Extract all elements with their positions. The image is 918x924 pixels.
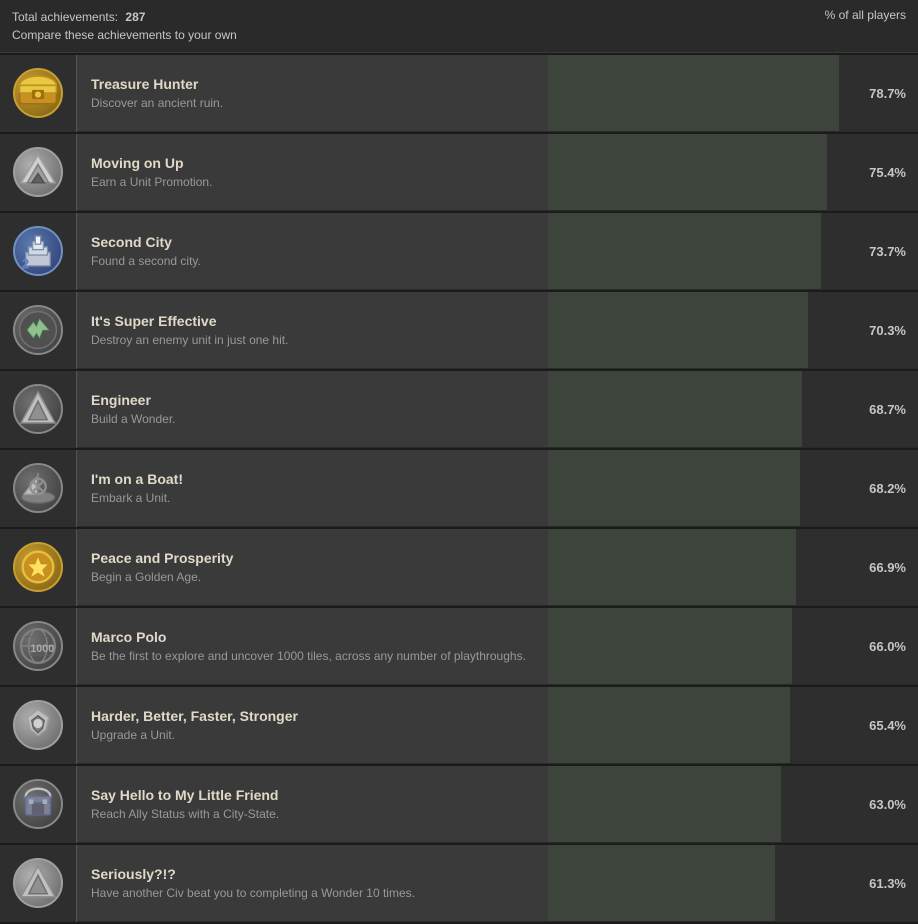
svg-text:2: 2 (22, 257, 30, 272)
achievement-name: Treasure Hunter (91, 76, 534, 92)
achievement-percent: 61.3% (869, 876, 906, 891)
achievement-bar (548, 766, 781, 842)
achievement-bar (548, 529, 796, 605)
achievement-row: Harder, Better, Faster, Stronger Upgrade… (0, 687, 918, 764)
achievement-info: Second City Found a second city. (77, 234, 548, 268)
achievement-row: Treasure Hunter Discover an ancient ruin… (0, 55, 918, 132)
svg-text:1000: 1000 (30, 643, 54, 655)
achievement-name: Harder, Better, Faster, Stronger (91, 708, 534, 724)
achievement-bar-container: 65.4% (548, 687, 918, 763)
compare-label: Compare these achievements to your own (12, 28, 237, 42)
achievement-row: Engineer Build a Wonder. 68.7% (0, 371, 918, 448)
achievement-row: It's Super Effective Destroy an enemy un… (0, 292, 918, 369)
achievement-icon (0, 687, 77, 764)
achievement-bar-container: 63.0% (548, 766, 918, 842)
achievement-percent: 70.3% (869, 323, 906, 338)
achievement-bar-container: 68.7% (548, 371, 918, 447)
total-label: Total achievements: (12, 10, 118, 24)
achievement-desc: Destroy an enemy unit in just one hit. (91, 333, 534, 347)
achievement-icon (0, 371, 77, 448)
achievement-icon: 2 (0, 213, 77, 290)
achievement-bar (548, 55, 839, 131)
achievement-info: Engineer Build a Wonder. (77, 392, 548, 426)
achievement-percent: 68.7% (869, 402, 906, 417)
achievement-row: Say Hello to My Little Friend Reach Ally… (0, 766, 918, 843)
achievement-name: Second City (91, 234, 534, 250)
achievement-info: Marco Polo Be the first to explore and u… (77, 629, 548, 663)
achievement-bar (548, 371, 802, 447)
achievement-icon (0, 766, 77, 843)
achievement-name: Peace and Prosperity (91, 550, 534, 566)
achievement-bar-container: 78.7% (548, 55, 918, 131)
achievement-row: 1000 Marco Polo Be the first to explore … (0, 608, 918, 685)
achievement-bar (548, 608, 792, 684)
achievement-bar (548, 687, 790, 763)
achievement-percent: 65.4% (869, 718, 906, 733)
achievement-bar (548, 134, 827, 210)
achievement-percent: 63.0% (869, 797, 906, 812)
achievement-icon (0, 450, 77, 527)
achievement-bar-container: 61.3% (548, 845, 918, 921)
achievement-icon (0, 529, 77, 606)
achievement-info: Seriously?!? Have another Civ beat you t… (77, 866, 548, 900)
achievement-desc: Reach Ally Status with a City-State. (91, 807, 534, 821)
achievement-name: Moving on Up (91, 155, 534, 171)
achievement-percent: 75.4% (869, 165, 906, 180)
achievement-info: It's Super Effective Destroy an enemy un… (77, 313, 548, 347)
achievement-name: I'm on a Boat! (91, 471, 534, 487)
achievement-icon: 1000 (0, 608, 77, 685)
achievement-name: Marco Polo (91, 629, 534, 645)
header-left: Total achievements: 287 Compare these ac… (12, 8, 237, 44)
achievement-icon (0, 55, 77, 132)
achievement-desc: Earn a Unit Promotion. (91, 175, 534, 189)
achievements-list: Treasure Hunter Discover an ancient ruin… (0, 55, 918, 922)
achievement-bar-container: 66.0% (548, 608, 918, 684)
achievement-percent: 68.2% (869, 481, 906, 496)
achievement-icon (0, 134, 77, 211)
achievement-percent: 66.9% (869, 560, 906, 575)
achievement-name: It's Super Effective (91, 313, 534, 329)
achievement-info: Harder, Better, Faster, Stronger Upgrade… (77, 708, 548, 742)
achievement-desc: Build a Wonder. (91, 412, 534, 426)
achievement-percent: 78.7% (869, 86, 906, 101)
achievement-bar-container: 68.2% (548, 450, 918, 526)
achievement-desc: Begin a Golden Age. (91, 570, 534, 584)
achievement-desc: Embark a Unit. (91, 491, 534, 505)
achievement-info: Moving on Up Earn a Unit Promotion. (77, 155, 548, 189)
achievement-info: Peace and Prosperity Begin a Golden Age. (77, 550, 548, 584)
achievement-desc: Be the first to explore and uncover 1000… (91, 649, 534, 663)
achievement-bar (548, 845, 775, 921)
achievement-info: Treasure Hunter Discover an ancient ruin… (77, 76, 548, 110)
achievement-desc: Upgrade a Unit. (91, 728, 534, 742)
achievement-bar (548, 213, 821, 289)
achievement-row: Peace and Prosperity Begin a Golden Age.… (0, 529, 918, 606)
percent-label: % of all players (825, 8, 906, 22)
total-count: 287 (125, 10, 145, 24)
achievement-desc: Discover an ancient ruin. (91, 96, 534, 110)
achievement-icon (0, 845, 77, 922)
achievement-bar-container: 66.9% (548, 529, 918, 605)
achievement-percent: 73.7% (869, 244, 906, 259)
achievement-name: Engineer (91, 392, 534, 408)
achievement-icon (0, 292, 77, 369)
achievement-info: Say Hello to My Little Friend Reach Ally… (77, 787, 548, 821)
achievement-info: I'm on a Boat! Embark a Unit. (77, 471, 548, 505)
achievement-desc: Found a second city. (91, 254, 534, 268)
achievement-row: Moving on Up Earn a Unit Promotion. 75.4… (0, 134, 918, 211)
header-right: % of all players (825, 8, 906, 22)
achievement-bar (548, 292, 808, 368)
achievement-desc: Have another Civ beat you to completing … (91, 886, 534, 900)
achievement-bar-container: 70.3% (548, 292, 918, 368)
achievement-row: I'm on a Boat! Embark a Unit. 68.2% (0, 450, 918, 527)
achievement-name: Seriously?!? (91, 866, 534, 882)
achievement-bar-container: 75.4% (548, 134, 918, 210)
achievement-row: Seriously?!? Have another Civ beat you t… (0, 845, 918, 922)
achievement-bar (548, 450, 800, 526)
achievement-row: 2 Second City Found a second city. 73.7% (0, 213, 918, 290)
achievement-percent: 66.0% (869, 639, 906, 654)
achievement-name: Say Hello to My Little Friend (91, 787, 534, 803)
header: Total achievements: 287 Compare these ac… (0, 0, 918, 53)
achievement-bar-container: 73.7% (548, 213, 918, 289)
